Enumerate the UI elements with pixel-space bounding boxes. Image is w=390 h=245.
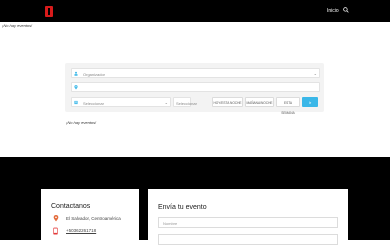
phone-icon [53,227,58,235]
place-placeholder: Seleccionar [176,101,197,106]
search-icon[interactable] [343,7,349,13]
contact-phone-link[interactable]: +50362261718 [66,228,96,233]
this-week-button[interactable]: ESTA SEMANA [276,97,300,107]
site-logo[interactable] [45,6,53,17]
event-name-input[interactable]: Nombre [158,217,338,228]
event-filter-panel: Organizador ⌄ Seleccionar ⌄ Seleccionar … [65,63,324,112]
organizer-icon [74,71,78,76]
contact-title: Contactanos [51,203,90,210]
organizer-placeholder: Organizador [83,72,105,77]
contact-card: Contactanos El Salvador, Centroamérica +… [41,189,139,240]
no-events-message: ¡No hay eventos! [66,120,96,125]
submit-event-card: Envía tu evento Nombre [148,189,348,240]
nav-link-inicio[interactable]: Inicio [327,8,339,14]
top-navigation-bar: Inicio [0,0,390,22]
location-icon [74,85,78,90]
location-input[interactable] [71,82,320,92]
today-button[interactable]: HOY/ESTA NOCHE [212,97,243,107]
go-button[interactable]: Ir [302,97,318,107]
event-name-placeholder: Nombre [163,221,177,226]
chevron-down-icon: ⌄ [165,100,168,105]
category-placeholder: Seleccionar [83,101,104,106]
chevron-down-icon: ⌄ [314,71,317,76]
no-events-message: ¡No hay eventos! [2,23,32,28]
contact-location: El Salvador, Centroamérica [66,216,121,221]
tomorrow-button[interactable]: MAÑANA/NOCHE [245,97,274,107]
organizer-select[interactable]: Organizador ⌄ [71,68,320,78]
place-select[interactable]: Seleccionar [173,97,191,107]
category-select[interactable]: Seleccionar ⌄ [71,97,171,107]
map-pin-icon [53,215,59,222]
category-icon [74,100,78,105]
submit-event-title: Envía tu evento [158,204,207,211]
